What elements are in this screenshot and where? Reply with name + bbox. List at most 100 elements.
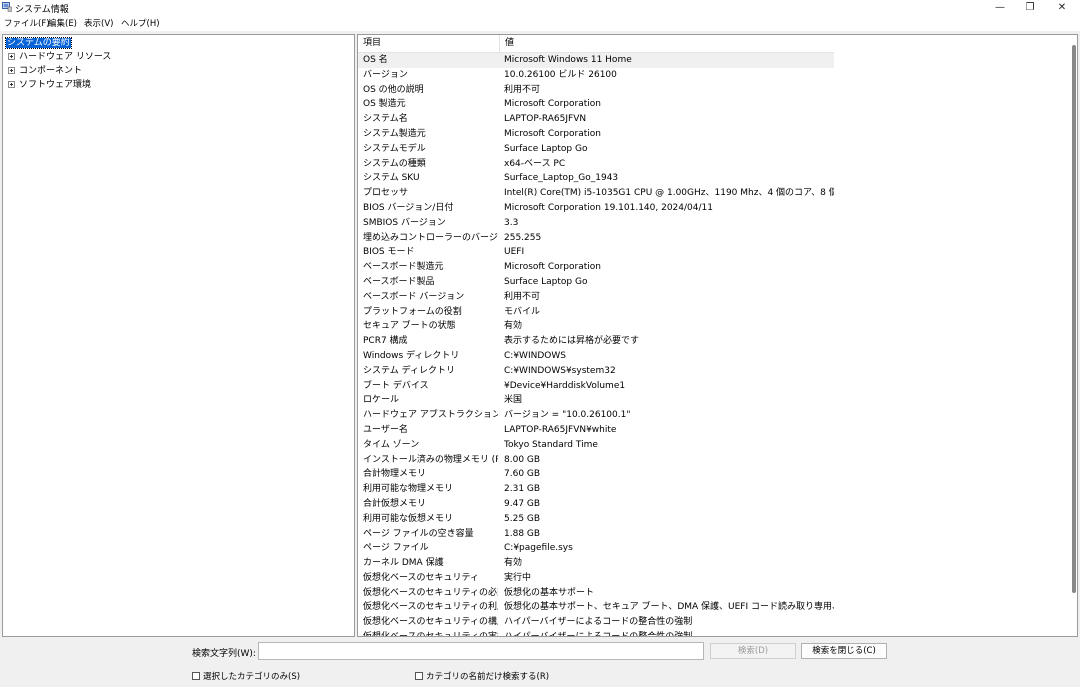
table-row[interactable]: ハードウェア アブストラクション レイヤーバージョン = "10.0.26100… [358, 408, 1058, 423]
scrollbar-thumb[interactable] [1072, 45, 1076, 593]
table-row[interactable]: ベースボード製品 Surface Laptop Go [358, 275, 1058, 290]
row-value-cell: 255.255 [504, 232, 542, 243]
menu-edit[interactable]: 編集(E) [48, 17, 77, 29]
table-row[interactable]: 仮想化ベースのセキュリティ 実行中 [358, 571, 1058, 586]
row-value-cell: 有効 [504, 558, 523, 569]
table-row[interactable]: システム ディレクトリ C:¥WINDOWS¥system32 [358, 364, 1058, 379]
table-row[interactable]: ロケール 米国 [358, 393, 1058, 408]
table-row[interactable]: ベースボード バージョン 利用不可 [358, 290, 1058, 305]
table-row[interactable]: カーネル DMA 保護 有効 [358, 556, 1058, 571]
table-row[interactable]: インストール済みの物理メモリ (RAM) 8.00 GB [358, 453, 1058, 468]
table-row[interactable]: Windows ディレクトリ C:¥WINDOWS [358, 349, 1058, 364]
tree-item-components[interactable]: コンポーネント [8, 65, 82, 77]
table-row[interactable]: 利用可能な物理メモリ 2.31 GB [358, 482, 1058, 497]
tree-item-hardware-resources[interactable]: ハードウェア リソース [8, 51, 111, 63]
table-row[interactable]: 仮想化ベースのセキュリティの必須セ... 仮想化の基本サポート [358, 586, 1058, 601]
row-value-cell: バージョン = "10.0.26100.1" [504, 410, 631, 421]
table-row[interactable]: 埋め込みコントローラーのバージョン 255.255 [358, 231, 1058, 246]
table-row[interactable]: プラットフォームの役割 モバイル [358, 305, 1058, 320]
table-row[interactable]: BIOS モード UEFI [358, 245, 1058, 260]
table-row[interactable]: ユーザー名 LAPTOP-RA65JFVN¥white [358, 423, 1058, 438]
table-row[interactable]: 合計物理メモリ 7.60 GB [358, 467, 1058, 482]
expand-icon[interactable] [8, 81, 15, 88]
tree-item-system-summary[interactable]: システムの要約 [5, 37, 72, 49]
close-button[interactable]: ✕ [1047, 0, 1077, 15]
table-row[interactable]: 仮想化ベースのセキュリティの利用... 仮想化の基本サポート、セキュア ブート、D… [358, 600, 1058, 615]
table-row[interactable]: タイム ゾーン Tokyo Standard Time [358, 438, 1058, 453]
row-value-cell: 実行中 [504, 572, 532, 583]
menu-view[interactable]: 表示(V) [84, 17, 113, 29]
expand-icon[interactable] [8, 67, 15, 74]
table-row[interactable]: ページ ファイル C:¥pagefile.sys [358, 541, 1058, 556]
row-value-cell: C:¥WINDOWS¥system32 [504, 365, 616, 376]
tree-item-label: コンポーネント [19, 66, 83, 76]
table-row[interactable]: システム名 LAPTOP-RA65JFVN [358, 112, 1058, 127]
table-row[interactable]: 利用可能な仮想メモリ 5.25 GB [358, 512, 1058, 527]
column-header-item[interactable]: 項目 [358, 35, 499, 52]
row-value-cell: 1.88 GB [504, 528, 541, 539]
row-value-cell: Microsoft Windows 11 Home [504, 55, 632, 65]
search-input[interactable] [258, 642, 704, 660]
table-row[interactable]: ブート デバイス ¥Device¥HarddiskVolume1 [358, 379, 1058, 394]
table-row[interactable]: OS 製造元 Microsoft Corporation [358, 97, 1058, 112]
row-item-cell: 仮想化ベースのセキュリティの利用... [363, 602, 498, 613]
table-row[interactable]: システム製造元 Microsoft Corporation [358, 127, 1058, 142]
close-search-button[interactable]: 検索を閉じる(C) [801, 643, 887, 659]
row-value-cell: C:¥pagefile.sys [504, 543, 573, 554]
row-item-cell: 仮想化ベースのセキュリティ [363, 572, 480, 583]
minimize-button[interactable]: — [985, 0, 1015, 15]
row-value-cell: 3.3 [504, 217, 519, 228]
selected-category-only-option[interactable]: 選択したカテゴリのみ(S) [192, 670, 300, 682]
table-row[interactable]: OS の他の説明 利用不可 [358, 83, 1058, 98]
table-row[interactable]: ページ ファイルの空き容量 1.88 GB [358, 527, 1058, 542]
table-row[interactable]: SMBIOS バージョン 3.3 [358, 216, 1058, 231]
vertical-scrollbar[interactable] [1069, 35, 1077, 636]
table-row[interactable]: システムモデル Surface Laptop Go [358, 142, 1058, 157]
table-row[interactable]: ベースボード製造元 Microsoft Corporation [358, 260, 1058, 275]
row-value-cell: 仮想化の基本サポート、セキュア ブート、DMA 保護、UEFI コード読み取り専… [504, 602, 834, 613]
system-info-icon [2, 2, 12, 12]
find-button[interactable]: 検索(D) [710, 643, 796, 659]
row-item-cell: 利用可能な物理メモリ [363, 484, 454, 495]
category-names-only-checkbox[interactable] [415, 672, 423, 680]
row-value-cell: 有効 [504, 321, 523, 332]
table-row[interactable]: 合計仮想メモリ 9.47 GB [358, 497, 1058, 512]
row-item-cell: ベースボード バージョン [363, 291, 465, 302]
tree-item-software-environment[interactable]: ソフトウェア環境 [8, 79, 91, 91]
table-row[interactable]: OS 名 Microsoft Windows 11 Home [358, 53, 834, 68]
maximize-button[interactable]: ❐ [1015, 0, 1045, 15]
column-header-value[interactable]: 値 [500, 35, 834, 52]
row-value-cell: 表示するためには昇格が必要です [504, 336, 640, 347]
table-row[interactable]: 仮想化ベースのセキュリティの構成... ハイパーバイザーによるコードの整合性の強制 [358, 615, 1058, 630]
table-row[interactable]: PCR7 構成 表示するためには昇格が必要です [358, 334, 1058, 349]
row-value-cell: モバイル [504, 306, 541, 317]
table-row[interactable]: プロセッサ Intel(R) Core(TM) i5-1035G1 CPU @ 1… [358, 186, 1058, 201]
table-row[interactable]: システム SKU Surface_Laptop_Go_1943 [358, 171, 1058, 186]
row-value-cell: 7.60 GB [504, 469, 541, 480]
row-value-cell: x64-ベース PC [504, 158, 566, 169]
category-names-only-option[interactable]: カテゴリの名前だけ検索する(R) [415, 670, 549, 682]
row-item-cell: 仮想化ベースのセキュリティの構成... [363, 617, 498, 628]
table-row[interactable]: システムの種類 x64-ベース PC [358, 157, 1058, 172]
row-value-cell: 米国 [504, 395, 523, 406]
table-row[interactable]: バージョン 10.0.26100 ビルド 26100 [358, 68, 1058, 83]
row-value-cell: Surface Laptop Go [504, 143, 588, 154]
row-item-cell: システムの種類 [363, 158, 426, 169]
row-value-cell: LAPTOP-RA65JFVN [504, 114, 587, 125]
table-row[interactable]: 仮想化ベースのセキュリティの実行... ハイパーバイザーによるコードの整合性の強制 [358, 630, 1058, 636]
row-value-cell: 9.47 GB [504, 498, 541, 509]
row-item-cell: ブート デバイス [363, 380, 429, 391]
row-item-cell: ページ ファイルの空き容量 [363, 528, 474, 539]
selected-category-only-checkbox[interactable] [192, 672, 200, 680]
category-tree[interactable]: システムの要約 ハードウェア リソース コンポーネント ソフトウェア環境 [2, 34, 355, 637]
table-row[interactable]: セキュア ブートの状態 有効 [358, 319, 1058, 334]
row-item-cell: SMBIOS バージョン [363, 217, 446, 228]
details-list[interactable]: 項目 値 OS 名 Microsoft Windows 11 Home バージョン 1… [357, 34, 1078, 637]
menu-help[interactable]: ヘルプ(H) [121, 17, 160, 29]
expand-icon[interactable] [8, 53, 15, 60]
table-row[interactable]: BIOS バージョン/日付 Microsoft Corporation 19.10… [358, 201, 1058, 216]
row-value-cell: 利用不可 [504, 84, 541, 95]
row-item-cell: Windows ディレクトリ [363, 350, 460, 361]
close-icon: ✕ [1057, 2, 1067, 13]
menu-file[interactable]: ファイル(F) [4, 17, 50, 29]
